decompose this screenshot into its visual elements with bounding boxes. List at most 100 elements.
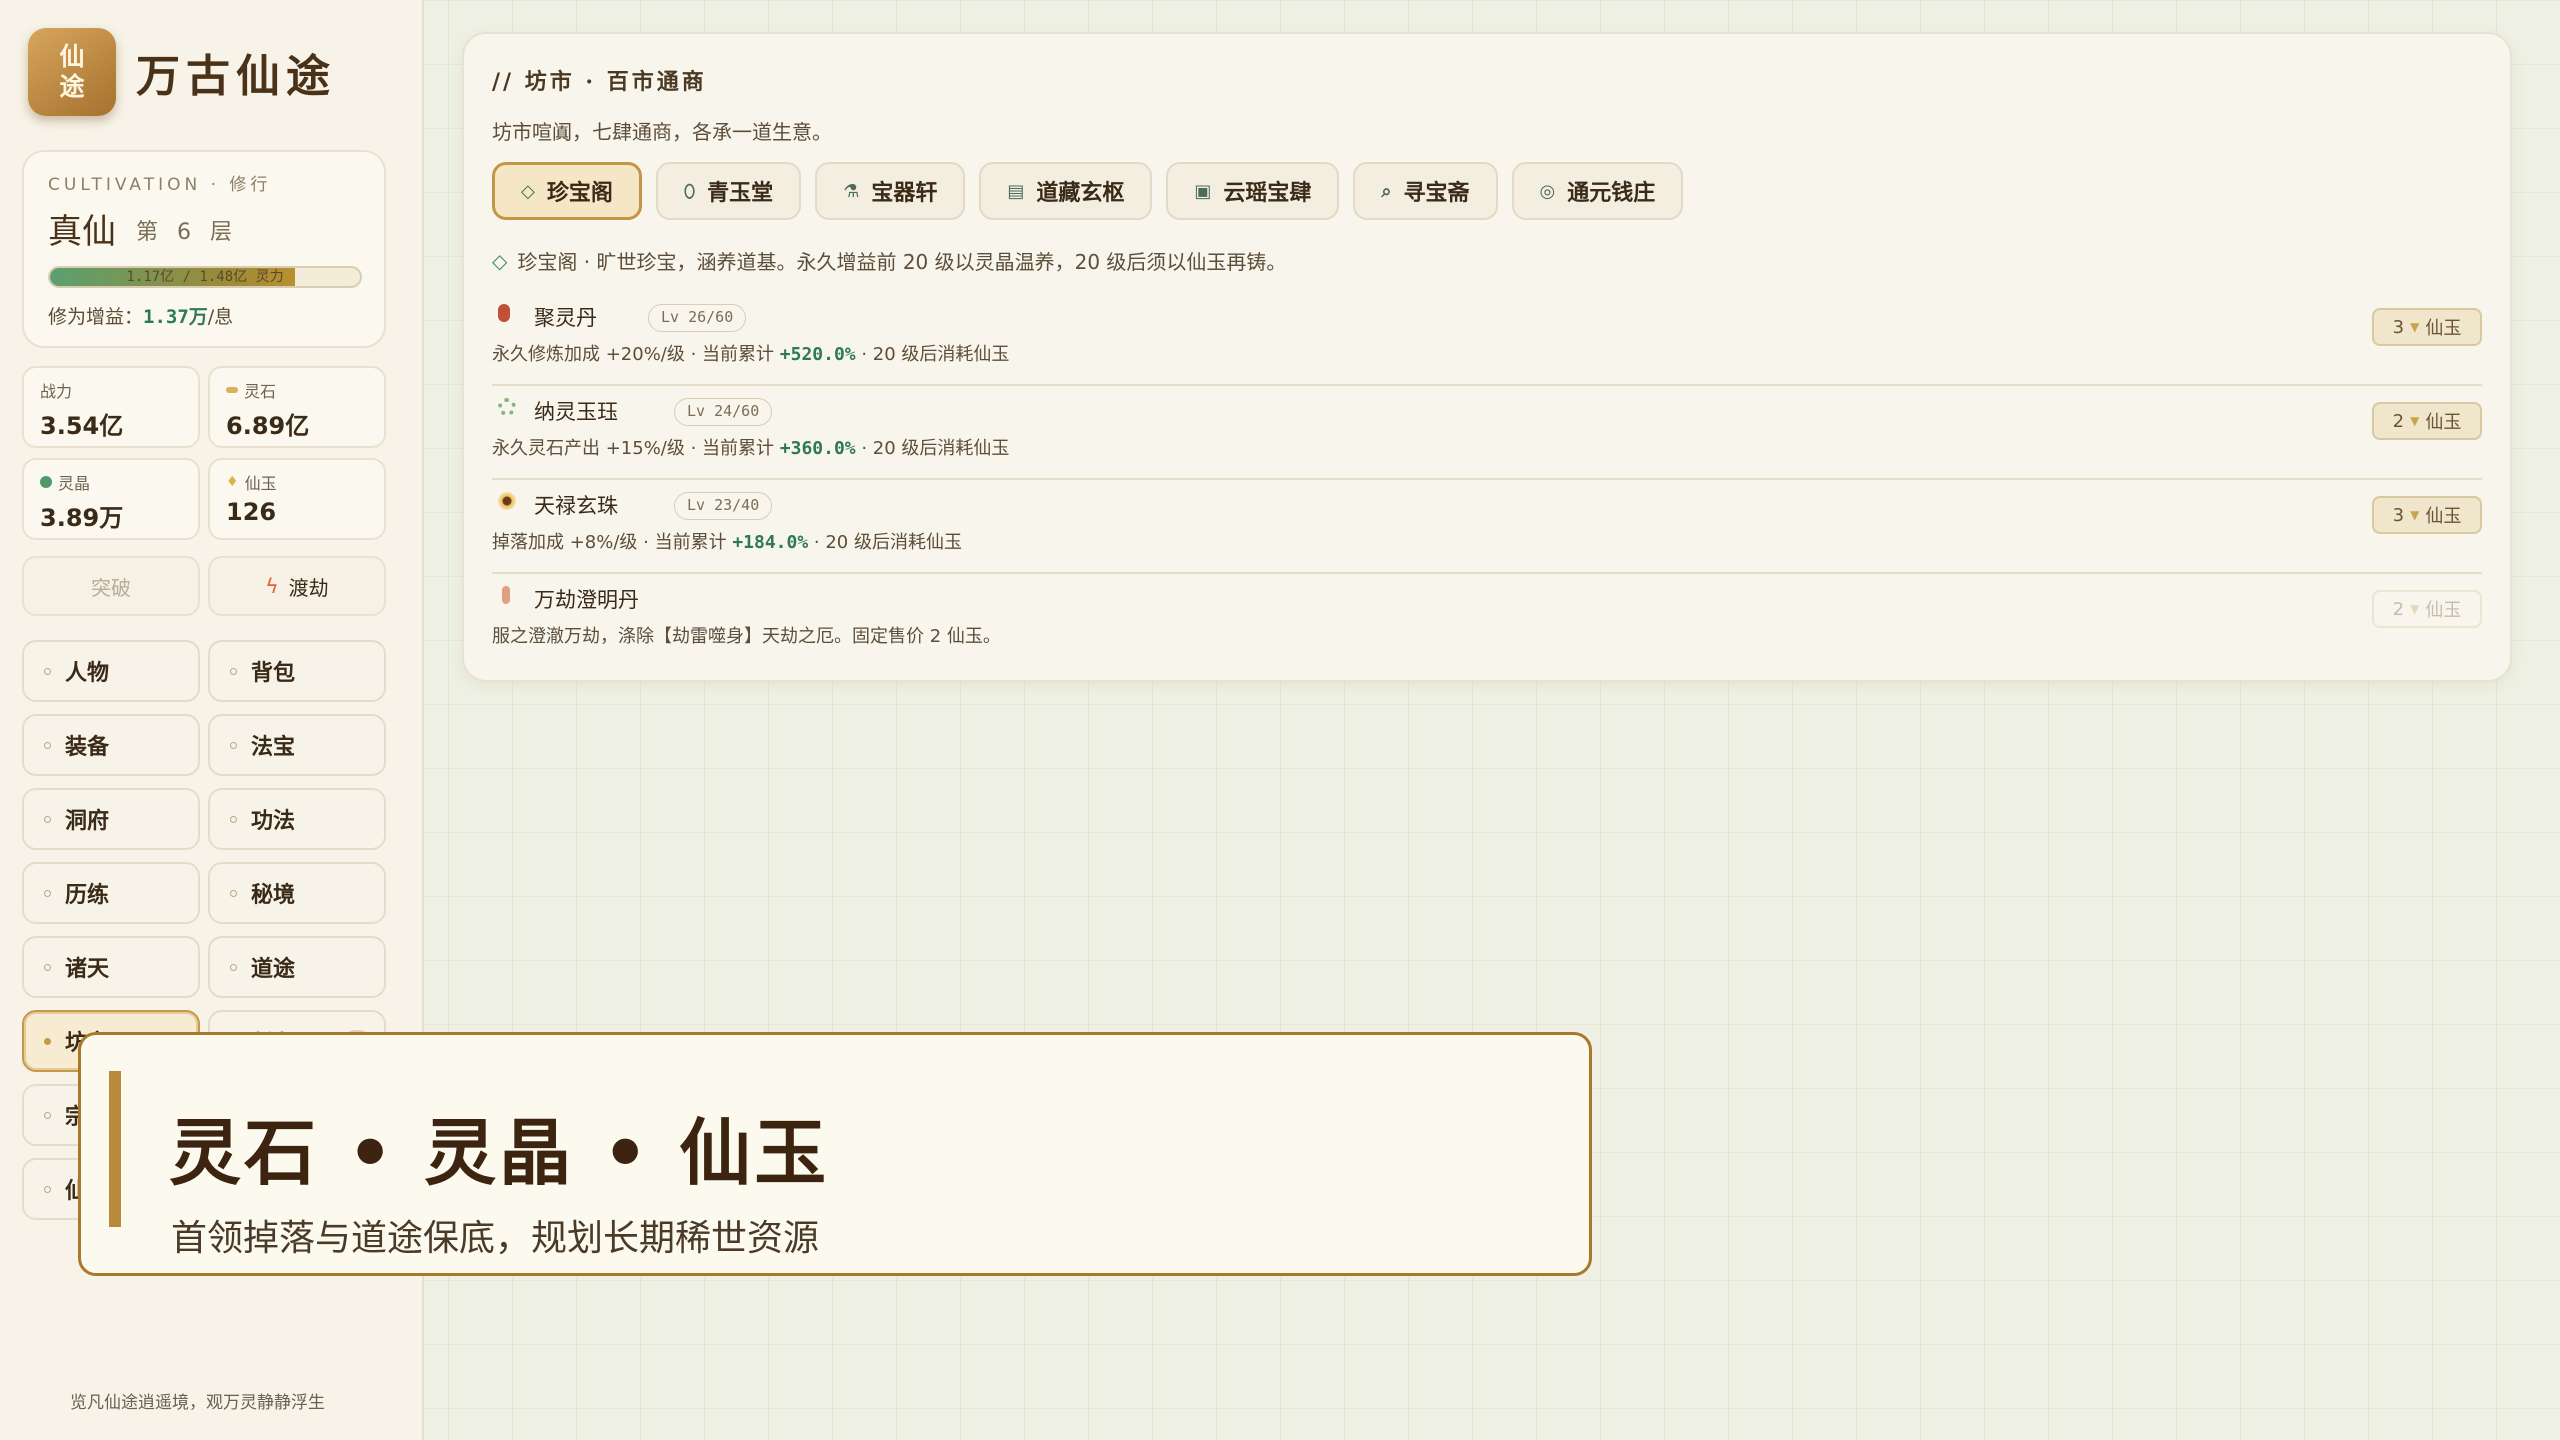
nav-character[interactable]: 人物 [22, 640, 200, 702]
lightning-icon: ϟ [265, 574, 279, 598]
price-value: 3 [2392, 504, 2405, 526]
bullet-icon [44, 1037, 51, 1045]
stat-power-label: 战力 [40, 382, 73, 401]
shop-tabs: ◇ 珍宝阁 ⬯ 青玉堂 ⚗ 宝器轩 ▤ 道藏玄枢 ▣ 云瑶宝肆 ⌕ 寻宝斋 ◎ 通元钱庄 [492, 162, 1684, 220]
item-desc: 永久灵石产出 +15%/级 · 当前累计 +360.0% · 20 级后消耗仙玉 [492, 434, 1009, 460]
app-name: 万古仙途 [136, 51, 336, 102]
jade-icon: ▼ [2410, 320, 2420, 334]
desc-suffix: · 20 级后消耗仙玉 [808, 532, 962, 553]
tab-label: 寻宝斋 [1403, 181, 1470, 206]
buy-button[interactable]: 2 ▼ 仙玉 [2372, 402, 2482, 440]
item-name: 聚灵丹 [534, 306, 597, 330]
price-value: 3 [2392, 316, 2405, 338]
price-value: 2 [2392, 598, 2405, 620]
pill-icon [498, 304, 510, 322]
bullet-icon [230, 815, 237, 823]
bullet-icon [230, 963, 237, 971]
tab-zhenbaoge[interactable]: ◇ 珍宝阁 [492, 162, 642, 220]
cultivation-progress-bar: 1.17亿 / 1.48亿 灵力 [48, 266, 362, 288]
tribulation-button[interactable]: ϟ 渡劫 [208, 556, 386, 616]
item-name: 纳灵玉珏 [534, 400, 618, 424]
shop-note: ◇ 珍宝阁 · 旷世珍宝，涵养道基。永久增益前 20 级以灵晶温养，20 级后须以… [492, 246, 1286, 275]
realm-layer: 第 6 层 [136, 220, 238, 245]
stat-label: 灵石 [226, 378, 276, 402]
note-text: 珍宝阁 · 旷世珍宝，涵养道基。永久增益前 20 级以灵晶温养，20 级后须以仙… [517, 250, 1287, 274]
tab-yunyao[interactable]: ▣ 云瑶宝肆 [1166, 162, 1340, 220]
tab-label: 珍宝阁 [546, 181, 613, 206]
price-currency: 仙玉 [2425, 506, 2462, 527]
banner-accent [109, 1071, 121, 1227]
desc-value: +360.0% [779, 438, 856, 459]
price-currency: 仙玉 [2425, 600, 2462, 621]
tab-label: 宝器轩 [871, 181, 938, 206]
nav-inventory[interactable]: 背包 [208, 640, 386, 702]
stat-crystal-value: 3.89万 [40, 504, 124, 532]
search-icon: ⌕ [1381, 180, 1392, 202]
bullet-icon [230, 741, 237, 749]
tab-xunbaozhai[interactable]: ⌕ 寻宝斋 [1353, 162, 1498, 220]
bullet-icon [44, 889, 51, 897]
nav-treasure[interactable]: 法宝 [208, 714, 386, 776]
buy-button[interactable]: 3 ▼ 仙玉 [2372, 496, 2482, 534]
jade-icon: ▼ [2410, 508, 2420, 522]
tab-qingyutang[interactable]: ⬯ 青玉堂 [655, 162, 802, 220]
tab-label: 道藏玄枢 [1036, 181, 1125, 206]
nav-label: 道途 [251, 957, 296, 982]
market-subtitle: 坊市喧阗，七肆通商，各承一道生意。 [492, 120, 832, 144]
list-item: 天禄玄珠 Lv 23/40 掉落加成 +8%/级 · 当前累计 +184.0% … [492, 482, 2482, 574]
nav-techniques[interactable]: 功法 [208, 788, 386, 850]
nav-label: 背包 [251, 661, 296, 686]
price-currency: 仙玉 [2425, 318, 2462, 339]
rate-unit: /息 [207, 306, 234, 328]
stat-power-value: 3.54亿 [40, 412, 124, 440]
artifact-icon: ⚗ [843, 180, 860, 202]
immortal-jade-icon: ♦ [226, 474, 239, 490]
stat-label: ♦ 仙玉 [226, 470, 277, 494]
nav-heavens[interactable]: 诸天 [22, 936, 200, 998]
tab-baoqixuan[interactable]: ⚗ 宝器轩 [815, 162, 966, 220]
desc-suffix: · 20 级后消耗仙玉 [855, 344, 1010, 365]
spirit-stone-icon [226, 387, 238, 393]
bullet-icon [230, 889, 237, 897]
nav-equipment[interactable]: 装备 [22, 714, 200, 776]
price-currency: 仙玉 [2425, 412, 2462, 433]
tab-tongyuan[interactable]: ◎ 通元钱庄 [1511, 162, 1684, 220]
list-item: 聚灵丹 Lv 26/60 永久修炼加成 +20%/级 · 当前累计 +520.0… [492, 294, 2482, 386]
desc-value: +520.0% [779, 344, 856, 365]
bullet-icon [230, 667, 237, 675]
tab-daozang[interactable]: ▤ 道藏玄枢 [979, 162, 1153, 220]
logo-text: 仙途 [59, 42, 85, 101]
desc-value: +184.0% [732, 532, 809, 553]
stat-immortal-jade: ♦ 仙玉 126 [208, 458, 386, 540]
list-item: 万劫澄明丹 服之澄澈万劫，涤除【劫雷噬身】天劫之厄。固定售价 2 仙玉。 2 ▼ 仙… [492, 576, 2482, 668]
bullet-icon [44, 667, 51, 675]
stat-power: 战力 3.54亿 [22, 366, 200, 448]
buy-button[interactable]: 3 ▼ 仙玉 [2372, 308, 2482, 346]
tab-label: 青玉堂 [707, 181, 774, 206]
gem-icon: ◇ [521, 180, 535, 202]
jade-icon: ▼ [2410, 414, 2420, 428]
nav-label: 秘境 [251, 883, 296, 908]
nav-cave[interactable]: 洞府 [22, 788, 200, 850]
market-panel: // 坊市 · 百市通商 坊市喧阗，七肆通商，各承一道生意。 ◇ 珍宝阁 ⬯ 青玉堂… [462, 32, 2512, 682]
nav-training[interactable]: 历练 [22, 862, 200, 924]
caption-banner: 灵石 • 灵晶 • 仙玉 首领掉落与道途保底，规划长期稀世资源 [78, 1032, 1592, 1276]
orb-icon [498, 492, 516, 510]
item-desc: 永久修炼加成 +20%/级 · 当前累计 +520.0% · 20 级后消耗仙玉 [492, 340, 1009, 366]
cultivation-label: CULTIVATION · 修行 [48, 175, 272, 195]
nav-label: 洞府 [65, 809, 110, 834]
progress-text: 1.17亿 / 1.48亿 灵力 [126, 269, 284, 285]
desc-prefix: 服之澄澈万劫，涤除【劫雷噬身】天劫之厄。固定售价 2 仙玉。 [492, 626, 1001, 647]
nav-dao-path[interactable]: 道途 [208, 936, 386, 998]
nav-label: 法宝 [251, 735, 296, 760]
item-desc: 服之澄澈万劫，涤除【劫雷噬身】天劫之厄。固定售价 2 仙玉。 [492, 622, 1001, 648]
breadcrumb: // 坊市 · 百市通商 [492, 69, 707, 95]
cultivation-rate: 修为增益：1.37万/息 [48, 302, 233, 329]
breakthrough-button[interactable]: 突破 [22, 556, 200, 616]
stat-spirit-crystal: 灵晶 3.89万 [22, 458, 200, 540]
nav-secret-realm[interactable]: 秘境 [208, 862, 386, 924]
cultivation-card: CULTIVATION · 修行 真仙 第 6 层 1.17亿 / 1.48亿 … [22, 150, 386, 348]
banner-subtitle: 首领掉落与道途保底，规划长期稀世资源 [171, 1218, 820, 1259]
buy-button[interactable]: 2 ▼ 仙玉 [2372, 590, 2482, 628]
coin-icon: ◎ [1539, 180, 1556, 202]
